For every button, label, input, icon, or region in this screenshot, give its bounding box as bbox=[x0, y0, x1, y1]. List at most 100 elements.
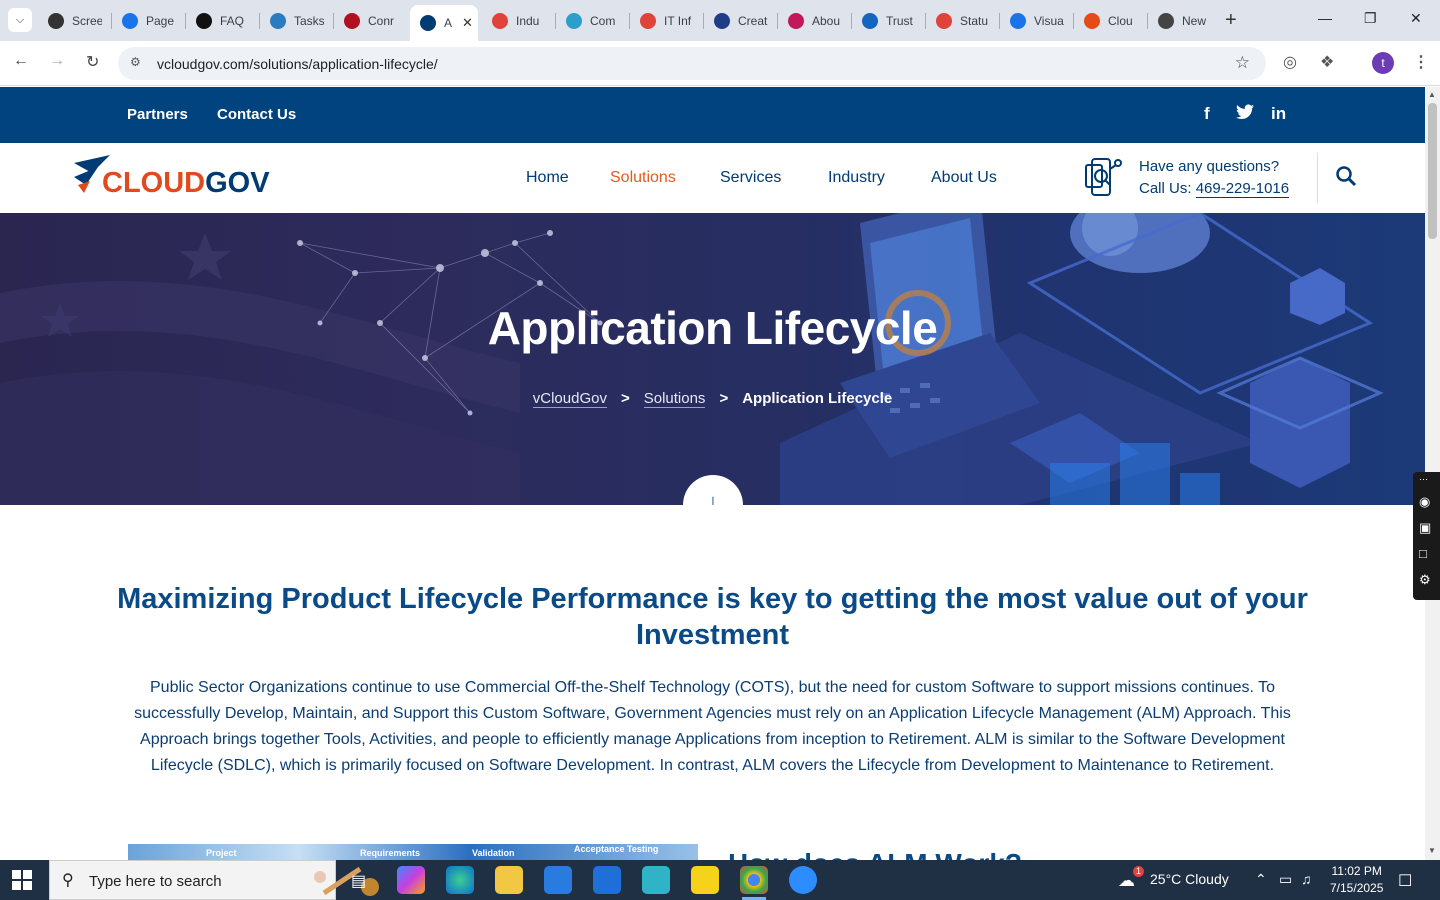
tab-favicon-icon bbox=[566, 12, 582, 29]
translate-icon[interactable]: ◎ bbox=[1283, 52, 1297, 72]
site-logo[interactable]: CLOUDGOV bbox=[72, 155, 272, 199]
microsoft-store-icon[interactable] bbox=[544, 866, 572, 894]
breadcrumb-separator: > bbox=[620, 390, 630, 407]
browser-tab[interactable]: Conr bbox=[334, 6, 406, 35]
browser-tab[interactable]: IT Inf bbox=[630, 6, 702, 35]
search-highlight-illustration-icon bbox=[314, 866, 379, 896]
extensions-icon[interactable]: ❖ bbox=[1320, 52, 1334, 72]
browser-tab[interactable]: A ✕ bbox=[410, 5, 478, 41]
tab-title: Page bbox=[146, 13, 175, 28]
tab-favicon-icon bbox=[492, 12, 508, 29]
tab-title: Creat bbox=[738, 13, 768, 28]
windows-start-icon[interactable] bbox=[12, 870, 32, 890]
address-bar[interactable]: ⚙ vcloudgov.com/solutions/application-li… bbox=[118, 47, 1266, 80]
browser-tab[interactable]: Page bbox=[112, 6, 184, 35]
tab-favicon-icon bbox=[1158, 12, 1174, 29]
browser-tab[interactable]: Visua bbox=[1000, 6, 1072, 35]
browser-tab[interactable]: New bbox=[1148, 6, 1220, 35]
weather-alert-badge: 1 bbox=[1133, 866, 1144, 877]
nav-about-us[interactable]: About Us bbox=[931, 169, 997, 187]
bookmark-star-icon[interactable]: ☆ bbox=[1235, 53, 1250, 73]
browser-tab[interactable]: Trust bbox=[852, 6, 924, 35]
nav-home[interactable]: Home bbox=[526, 169, 569, 187]
browser-toolbar: ← → ↻ ⚙ vcloudgov.com/solutions/applicat… bbox=[0, 41, 1440, 86]
settings-gear-icon[interactable]: ⚙ bbox=[1419, 572, 1431, 588]
app-diamond-icon[interactable] bbox=[642, 866, 670, 894]
browser-tab[interactable]: Com bbox=[556, 6, 628, 35]
taskbar-clock[interactable]: 11:02 PM 7/15/2025 bbox=[1330, 863, 1383, 897]
weather-text[interactable]: 25°C Cloudy bbox=[1150, 871, 1229, 887]
file-explorer-icon[interactable] bbox=[495, 866, 523, 894]
tab-favicon-icon bbox=[1084, 12, 1100, 29]
nav-services[interactable]: Services bbox=[720, 169, 781, 187]
volume-icon[interactable]: ♫ bbox=[1301, 871, 1312, 887]
nav-solutions[interactable]: Solutions bbox=[610, 169, 676, 187]
minimize-icon[interactable]: — bbox=[1318, 10, 1332, 26]
sticky-notes-icon[interactable] bbox=[691, 866, 719, 894]
close-tab-icon[interactable]: ✕ bbox=[462, 15, 473, 31]
browser-tab[interactable]: Abou bbox=[778, 6, 850, 35]
back-icon[interactable]: ← bbox=[13, 52, 29, 70]
alm-diagram-image: Project Requirements Validation Acceptan… bbox=[128, 844, 698, 860]
zoom-app-icon[interactable] bbox=[789, 866, 817, 894]
edge-app-icon[interactable] bbox=[446, 866, 474, 894]
breadcrumb-solutions[interactable]: Solutions bbox=[643, 390, 706, 408]
page-viewport: Partners Contact Us f in CLOUDGOV Home S… bbox=[0, 87, 1425, 860]
site-info-icon[interactable]: ⚙ bbox=[130, 55, 141, 69]
browser-tab[interactable]: Statu bbox=[926, 6, 998, 35]
new-tab-button[interactable]: + bbox=[1225, 9, 1237, 32]
chrome-app-icon[interactable] bbox=[740, 866, 768, 900]
reload-icon[interactable]: ↻ bbox=[86, 52, 99, 72]
tab-favicon-icon bbox=[788, 12, 804, 29]
phone-link[interactable]: 469-229-1016 bbox=[1195, 180, 1290, 198]
profile-avatar[interactable]: t bbox=[1372, 52, 1394, 74]
windows-taskbar: ⚲ Type here to search ▤ ☁ 1 25°C Cloudy … bbox=[0, 860, 1440, 900]
search-icon[interactable] bbox=[1335, 165, 1357, 187]
browser-tab[interactable]: Creat bbox=[704, 6, 776, 35]
partners-link[interactable]: Partners bbox=[127, 106, 188, 123]
scroll-down-arrow-icon[interactable]: ▼ bbox=[1428, 846, 1436, 855]
task-view-icon[interactable]: ▤ bbox=[351, 871, 366, 891]
mail-app-icon[interactable] bbox=[593, 866, 621, 894]
alm-section-heading: How does ALM Work? bbox=[728, 844, 1022, 860]
tray-chevron-icon[interactable]: ⌃ bbox=[1255, 871, 1267, 888]
browser-menu-icon[interactable]: ⋮ bbox=[1413, 52, 1429, 72]
camera-icon[interactable]: ◉ bbox=[1419, 494, 1430, 510]
taskbar-search-placeholder: Type here to search bbox=[89, 873, 222, 890]
tab-favicon-icon bbox=[640, 12, 656, 29]
tab-search-button[interactable]: ⌵ bbox=[8, 8, 32, 32]
network-icon[interactable]: ▭ bbox=[1279, 871, 1292, 888]
notifications-icon[interactable]: ☐ bbox=[1398, 871, 1412, 891]
taskbar-search-box[interactable]: ⚲ Type here to search bbox=[49, 860, 379, 900]
breadcrumb-home[interactable]: vCloudGov bbox=[532, 390, 607, 408]
forward-icon[interactable]: → bbox=[49, 52, 65, 70]
hero-background-illustration bbox=[0, 213, 1384, 505]
tab-favicon-icon bbox=[344, 12, 360, 29]
browser-tab[interactable]: Tasks bbox=[260, 6, 332, 35]
weather-cloud-icon[interactable]: ☁ bbox=[1118, 871, 1135, 891]
twitter-icon[interactable] bbox=[1236, 104, 1254, 125]
scroll-up-arrow-icon[interactable]: ▲ bbox=[1428, 90, 1436, 99]
scrollbar-thumb[interactable] bbox=[1428, 103, 1437, 239]
tab-favicon-icon bbox=[936, 12, 952, 29]
facebook-icon[interactable]: f bbox=[1204, 104, 1210, 124]
close-window-icon[interactable]: ✕ bbox=[1410, 10, 1422, 27]
panel-menu-icon[interactable]: ⋯ bbox=[1419, 474, 1428, 485]
restore-icon[interactable]: ❐ bbox=[1364, 10, 1377, 27]
contact-us-link[interactable]: Contact Us bbox=[217, 106, 296, 123]
tab-title: Statu bbox=[960, 13, 989, 28]
top-bar: Partners Contact Us f in bbox=[0, 87, 1425, 143]
browser-tab[interactable]: Scree bbox=[38, 6, 110, 35]
browser-tab-strip: ⌵ Scree Page FAQ Tasks Conr A ✕ Indu Com IT Inf Cr… bbox=[0, 0, 1440, 41]
browser-tab[interactable]: FAQ bbox=[186, 6, 258, 35]
window-icon[interactable]: □ bbox=[1419, 546, 1427, 561]
address-url[interactable]: vcloudgov.com/solutions/application-life… bbox=[157, 56, 438, 72]
browser-tab[interactable]: Indu bbox=[482, 6, 554, 35]
linkedin-icon[interactable]: in bbox=[1271, 104, 1286, 124]
nav-industry[interactable]: Industry bbox=[828, 169, 885, 187]
tab-title: Conr bbox=[368, 13, 395, 28]
copilot-app-icon[interactable] bbox=[397, 866, 425, 894]
page-title: Application Lifecycle bbox=[487, 302, 938, 354]
video-icon[interactable]: ▣ bbox=[1419, 520, 1431, 536]
browser-tab[interactable]: Clou bbox=[1074, 6, 1146, 35]
